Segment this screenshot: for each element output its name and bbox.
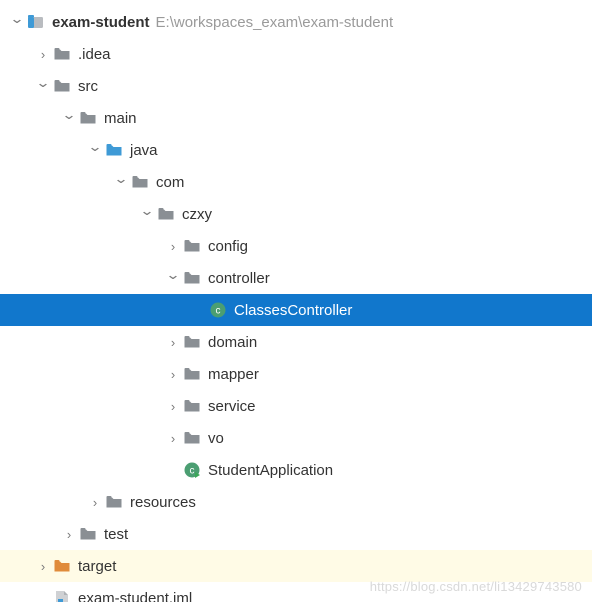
svg-text:c: c: [190, 466, 195, 477]
tree-item-label: test: [104, 526, 128, 543]
tree-item-label: exam-student.iml: [78, 590, 192, 602]
tree-row[interactable]: ⌄ java: [0, 134, 592, 166]
tree-item-label: service: [208, 398, 256, 415]
chevron-right-icon[interactable]: ›: [164, 239, 182, 254]
watermark-text: https://blog.csdn.net/li13429743580: [370, 579, 582, 594]
folder-icon: [182, 236, 202, 256]
folder-icon: [104, 492, 124, 512]
folder-icon: [182, 364, 202, 384]
tree-row[interactable]: › mapper: [0, 358, 592, 390]
tree-row[interactable]: ›cClassesController: [0, 294, 592, 326]
chevron-right-icon[interactable]: ›: [86, 495, 104, 510]
folder-icon: [182, 428, 202, 448]
chevron-down-icon[interactable]: ⌄: [134, 203, 159, 219]
chevron-right-icon[interactable]: ›: [60, 527, 78, 542]
tree-row[interactable]: › domain: [0, 326, 592, 358]
tree-row[interactable]: › vo: [0, 422, 592, 454]
chevron-right-icon[interactable]: ›: [34, 47, 52, 62]
tree-row[interactable]: › service: [0, 390, 592, 422]
excluded-folder-icon: [52, 556, 72, 576]
chevron-right-icon[interactable]: ›: [164, 399, 182, 414]
tree-row[interactable]: ›cStudentApplication: [0, 454, 592, 486]
tree-row[interactable]: ⌄ main: [0, 102, 592, 134]
tree-row[interactable]: › test: [0, 518, 592, 550]
chevron-right-icon[interactable]: ›: [164, 367, 182, 382]
path-hint: E:\workspaces_exam\exam-student: [156, 14, 394, 31]
folder-icon: [52, 44, 72, 64]
tree-row[interactable]: ⌄ src: [0, 70, 592, 102]
tree-item-label: config: [208, 238, 248, 255]
tree-row[interactable]: ⌄ czxy: [0, 198, 592, 230]
tree-item-label: main: [104, 110, 137, 127]
tree-row[interactable]: › target: [0, 550, 592, 582]
class-icon: c: [208, 300, 228, 320]
tree-item-label: exam-student: [52, 14, 150, 31]
tree-item-label: resources: [130, 494, 196, 511]
chevron-down-icon[interactable]: ⌄: [30, 75, 55, 91]
tree-item-label: target: [78, 558, 116, 575]
tree-row[interactable]: ⌄ com: [0, 166, 592, 198]
chevron-right-icon[interactable]: ›: [164, 335, 182, 350]
tree-row[interactable]: › config: [0, 230, 592, 262]
tree-row[interactable]: ⌄ exam-student E:\workspaces_exam\exam-stu…: [0, 6, 592, 38]
tree-item-label: vo: [208, 430, 224, 447]
tree-item-label: java: [130, 142, 158, 159]
tree-item-label: domain: [208, 334, 257, 351]
tree-item-label: .idea: [78, 46, 111, 63]
tree-item-label: src: [78, 78, 98, 95]
svg-text:c: c: [216, 306, 221, 317]
tree-item-label: mapper: [208, 366, 259, 383]
chevron-down-icon[interactable]: ⌄: [108, 171, 133, 187]
chevron-down-icon[interactable]: ⌄: [160, 267, 185, 283]
folder-icon: [78, 524, 98, 544]
folder-icon: [182, 396, 202, 416]
tree-item-label: StudentApplication: [208, 462, 333, 479]
runnable-class-icon: c: [182, 460, 202, 480]
tree-row[interactable]: › .idea: [0, 38, 592, 70]
tree-item-label: ClassesController: [234, 302, 352, 319]
tree-row[interactable]: › resources: [0, 486, 592, 518]
tree-item-label: controller: [208, 270, 270, 287]
project-tree[interactable]: ⌄ exam-student E:\workspaces_exam\exam-stu…: [0, 0, 592, 602]
chevron-right-icon[interactable]: ›: [34, 559, 52, 574]
folder-icon: [182, 332, 202, 352]
tree-item-label: czxy: [182, 206, 212, 223]
chevron-down-icon[interactable]: ⌄: [82, 139, 107, 155]
chevron-down-icon[interactable]: ⌄: [4, 11, 29, 27]
tree-item-label: com: [156, 174, 184, 191]
chevron-right-icon[interactable]: ›: [164, 431, 182, 446]
tree-row[interactable]: ⌄ controller: [0, 262, 592, 294]
iml-file-icon: [52, 588, 72, 602]
chevron-down-icon[interactable]: ⌄: [56, 107, 81, 123]
